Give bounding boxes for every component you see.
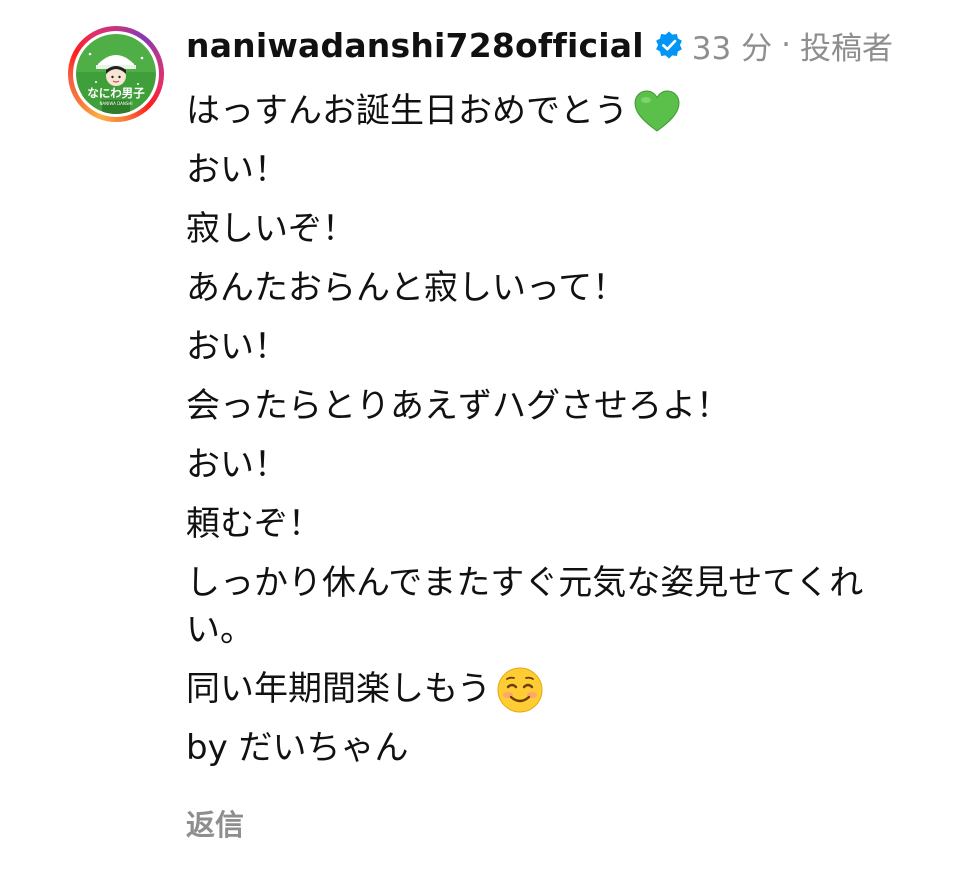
avatar-logo-subtext: NANIWA DANSHI: [99, 101, 132, 106]
avatar: なにわ男子 NANIWA DANSHI: [76, 34, 156, 114]
comment-line-text: おい！: [186, 445, 288, 485]
comment-line-text: はっすんお誕生日おめでとう: [186, 91, 628, 131]
comment-line-text: 同い年期間楽しもう: [186, 669, 491, 709]
comment-line: 会ったらとりあえずハグさせろよ！: [186, 377, 926, 436]
comment-header: naniwadanshi728official 33 分 · 投稿者: [186, 22, 926, 68]
comment-line-text: 寂しいぞ！: [186, 209, 356, 249]
comment-line-text: 頼むぞ！: [186, 504, 322, 544]
green-heart-emoji: [634, 89, 680, 132]
comment-line: 同い年期間楽しもう: [186, 660, 926, 719]
comment-timestamp: 33 分: [691, 30, 773, 67]
comment-line: by だいちゃん: [186, 719, 926, 778]
comment-line: しっかり休んでまたすぐ元気な姿見せてくれい。: [186, 554, 890, 660]
comment-line-text: 会ったらとりあえずハグさせろよ！: [186, 386, 730, 426]
comment-line: おい！: [186, 141, 926, 200]
comment-line: はっすんお誕生日おめでとう: [186, 82, 926, 141]
avatar-ring-gap: なにわ男子 NANIWA DANSHI: [73, 31, 159, 117]
comment-line-text: しっかり休んでまたすぐ元気な姿見せてくれい。: [186, 563, 864, 650]
comment-line: おい！: [186, 318, 926, 377]
comment-line: 寂しいぞ！: [186, 200, 926, 259]
avatar-story-ring[interactable]: なにわ男子 NANIWA DANSHI: [68, 26, 164, 122]
smiling-face-emoji: [497, 667, 543, 712]
comment-line: 頼むぞ！: [186, 495, 926, 554]
comment-line-text: by だいちゃん: [186, 728, 409, 768]
comment-line-text: おい！: [186, 150, 288, 190]
comment-line: おい！: [186, 436, 926, 495]
avatar-logo-text: なにわ男子: [87, 86, 145, 100]
reply-button[interactable]: 返信: [186, 802, 244, 844]
comment-line-text: おい！: [186, 327, 288, 367]
comment-line-text: あんたおらんと寂しいって！: [186, 268, 627, 308]
meta-separator: ·: [781, 27, 791, 63]
verified-badge-icon: [655, 31, 682, 59]
username-link[interactable]: naniwadanshi728official: [186, 26, 644, 65]
comment-item: なにわ男子 NANIWA DANSHI naniwadanshi728offic…: [0, 0, 956, 895]
author-badge: 投稿者: [799, 30, 893, 67]
comment-content: naniwadanshi728official 33 分 · 投稿者 はっすんお…: [186, 22, 926, 778]
comment-text: はっすんお誕生日おめでとう おい！ 寂しいぞ！ あんたおらんと寂しいって！ おい…: [186, 82, 926, 778]
comment-line: あんたおらんと寂しいって！: [186, 259, 926, 318]
